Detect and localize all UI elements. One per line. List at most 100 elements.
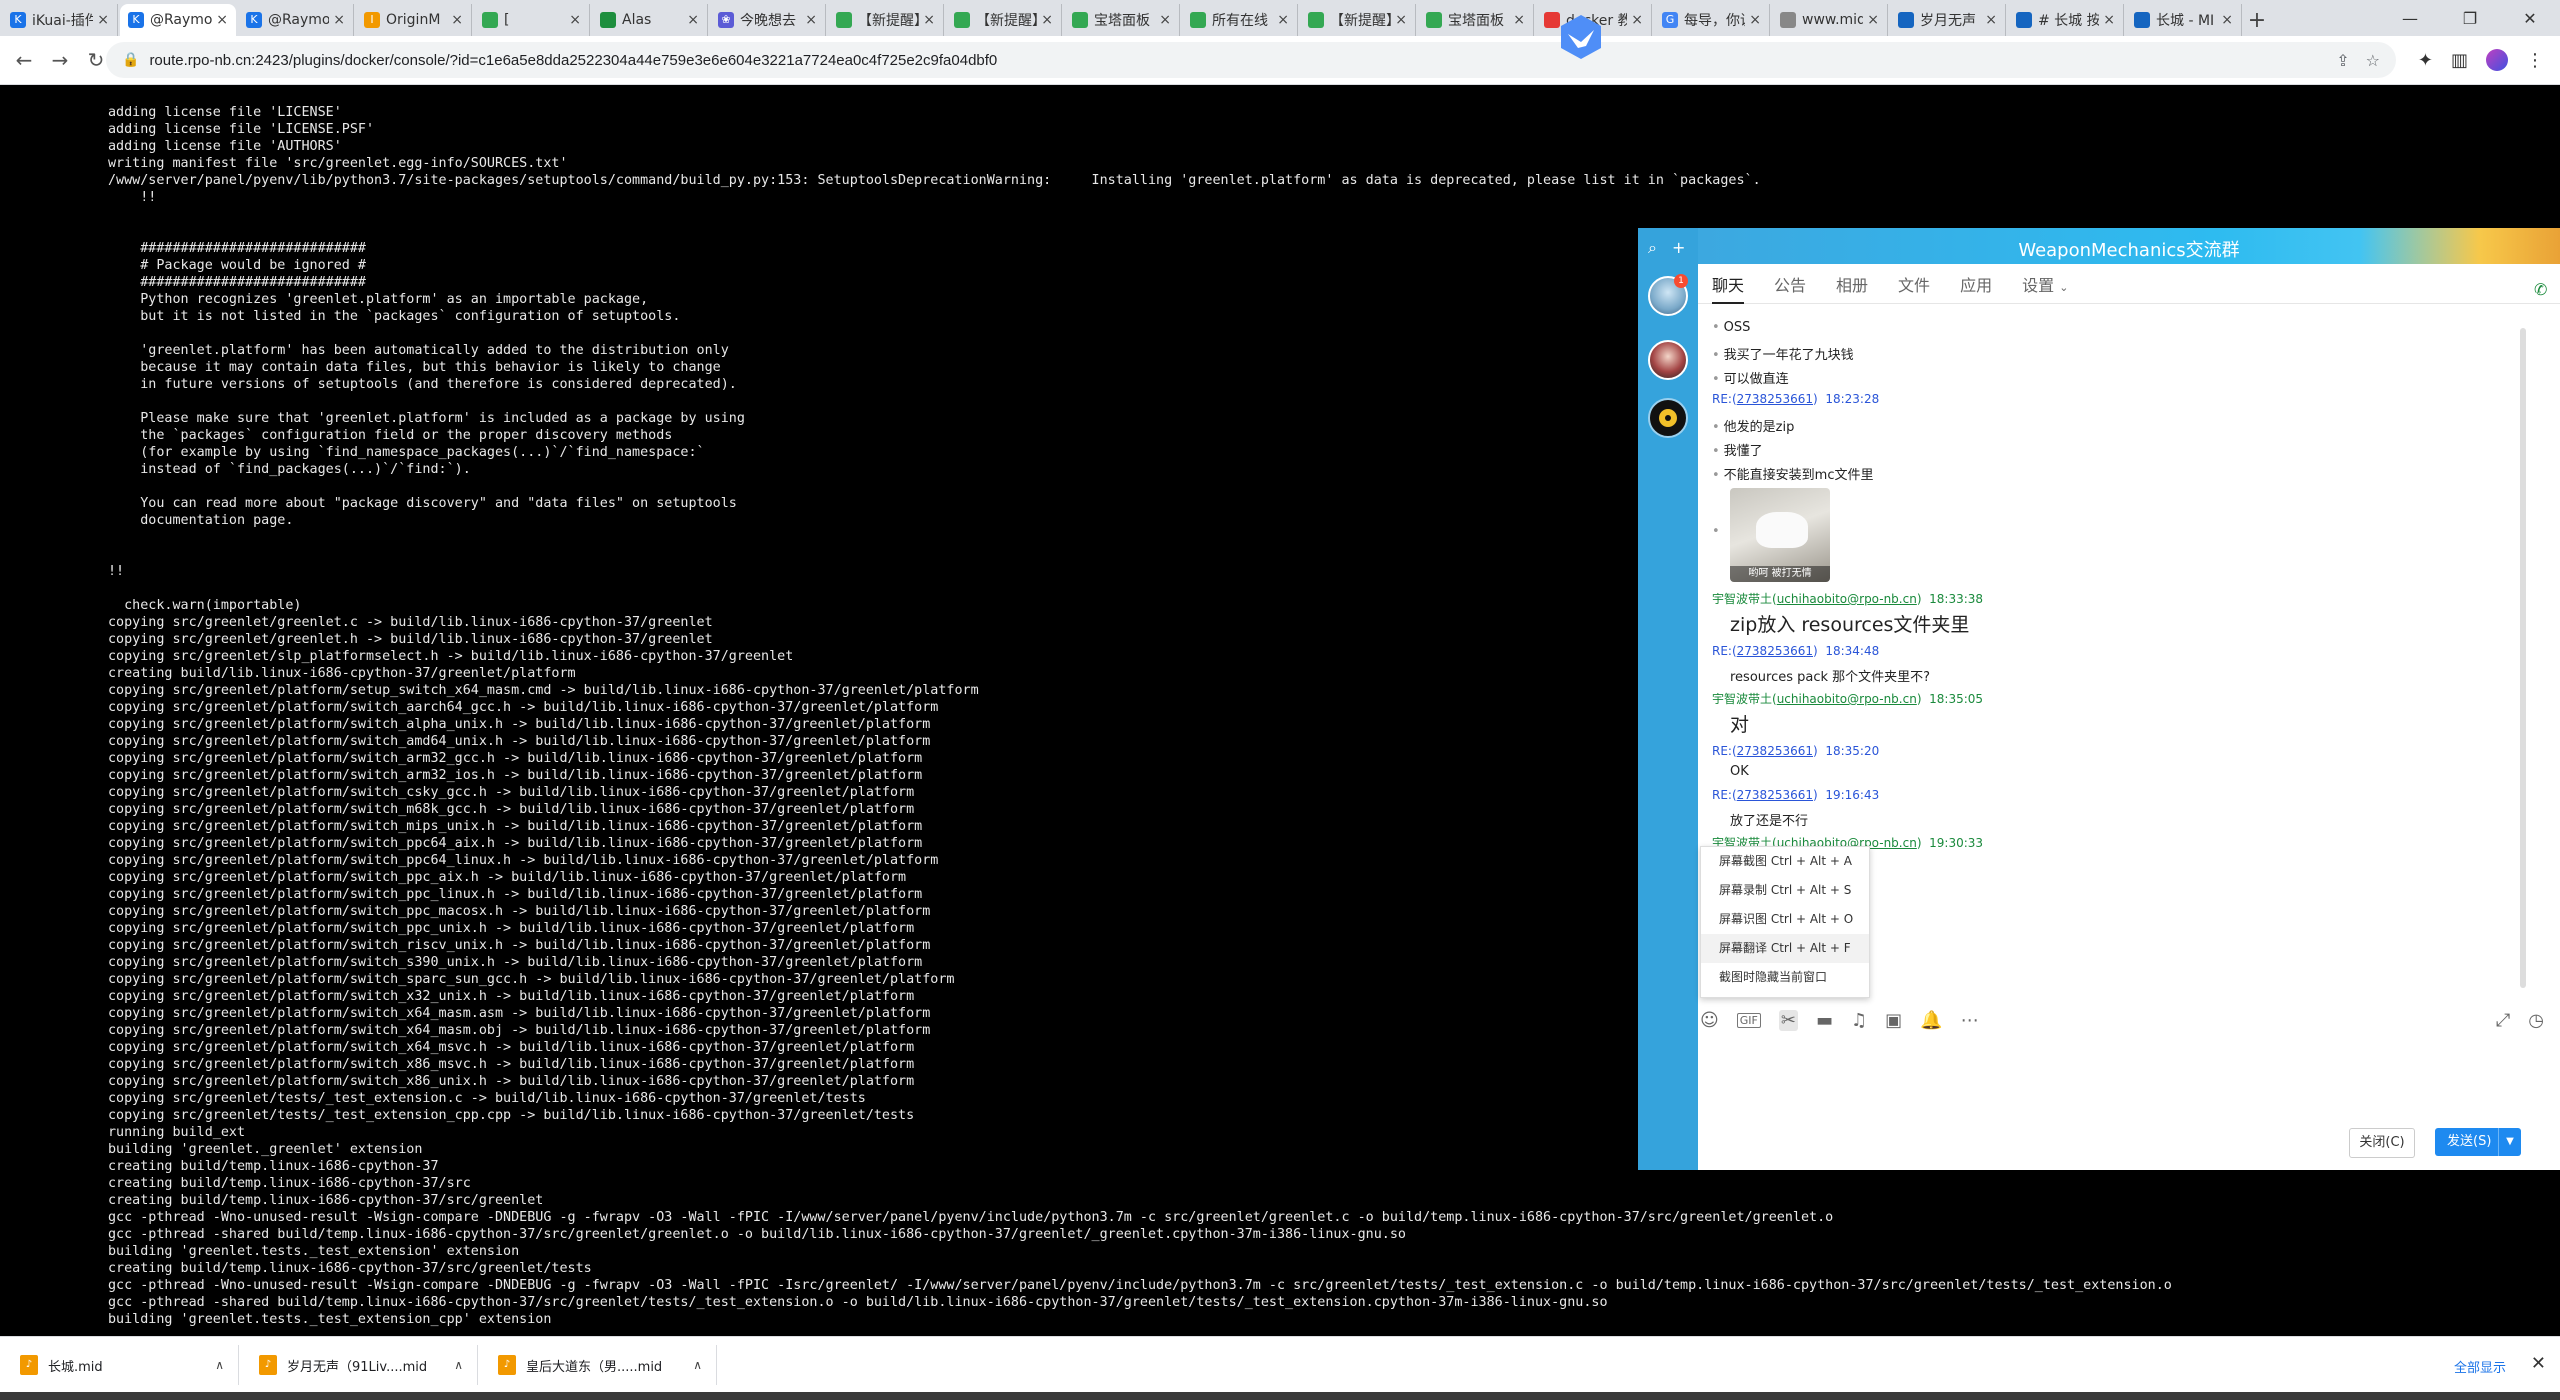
- browser-tab[interactable]: Alas ×: [592, 4, 708, 36]
- avatar[interactable]: [1648, 340, 1688, 380]
- browser-tab[interactable]: KiKuai-插件 ×: [2, 4, 118, 36]
- back-icon[interactable]: ←: [6, 42, 42, 78]
- new-tab-button[interactable]: +: [2242, 4, 2272, 36]
- close-button[interactable]: 关闭(C): [2349, 1128, 2415, 1158]
- tab-chat[interactable]: 聊天: [1712, 272, 1745, 304]
- browser-tab[interactable]: ❀ 今晚想去 ×: [710, 4, 826, 36]
- tab-label: Alas: [622, 12, 652, 28]
- browser-tab[interactable]: 所有在线 ×: [1182, 4, 1298, 36]
- tab-apps[interactable]: 应用: [1960, 272, 1992, 296]
- download-item[interactable]: ♪ 岁月无声（91Liv....mid ∧: [251, 1345, 478, 1385]
- tab-close-icon[interactable]: ×: [1277, 12, 1289, 28]
- tab-close-icon[interactable]: ×: [805, 12, 817, 28]
- tab-close-icon[interactable]: ×: [1513, 12, 1525, 28]
- tab-announcement[interactable]: 公告: [1774, 272, 1806, 296]
- browser-tab[interactable]: K @Raymo ×: [120, 4, 236, 36]
- emoji-icon[interactable]: ☺: [1700, 1010, 1719, 1031]
- message-input[interactable]: [1698, 1040, 2560, 1168]
- browser-tab[interactable]: 宝塔面板 ×: [1418, 4, 1534, 36]
- tab-label: 【新提醒】: [1330, 13, 1391, 29]
- menu-item-screen-ocr[interactable]: 屏幕识图 Ctrl + Alt + O: [1701, 905, 1869, 934]
- browser-tab[interactable]: 【新提醒】×: [946, 4, 1062, 36]
- tab-close-icon[interactable]: ×: [1041, 12, 1053, 28]
- menu-item-screen-translate[interactable]: 屏幕翻译 Ctrl + Alt + F: [1701, 934, 1869, 963]
- bookmark-star-icon[interactable]: ☆: [2366, 51, 2380, 70]
- show-all-downloads-link[interactable]: 全部显示: [2454, 1357, 2506, 1376]
- browser-tab[interactable]: 【新提醒】×: [1300, 4, 1416, 36]
- add-icon[interactable]: +: [1672, 238, 1685, 257]
- gif-icon[interactable]: GIF: [1736, 1012, 1761, 1028]
- browser-tab[interactable]: www.mid ×: [1772, 4, 1888, 36]
- music-icon[interactable]: ♫: [1851, 1010, 1867, 1031]
- menu-kebab-icon[interactable]: ⋮: [2526, 50, 2544, 71]
- browser-tab[interactable]: 宝塔面板 ×: [1064, 4, 1180, 36]
- side-panel-icon[interactable]: ▥: [2451, 50, 2468, 71]
- tab-files[interactable]: 文件: [1898, 272, 1930, 296]
- download-item[interactable]: ♪ 皇后大道东（男.....mid ∧: [490, 1345, 717, 1385]
- lock-icon[interactable]: 🔒: [122, 52, 139, 68]
- tab-label: 宝塔面板: [1448, 13, 1504, 29]
- browser-tab[interactable]: 岁月无声 ×: [1890, 4, 2006, 36]
- tab-close-icon[interactable]: ×: [1749, 12, 1761, 28]
- tab-label: 今晚想去: [740, 13, 796, 29]
- download-item[interactable]: ♪ 长城.mid ∧: [12, 1345, 239, 1385]
- tab-close-icon[interactable]: ×: [1159, 12, 1171, 28]
- scissors-icon[interactable]: ✂: [1778, 1009, 1798, 1031]
- browser-tab[interactable]: I OriginM ×: [356, 4, 472, 36]
- tab-close-icon[interactable]: ×: [2103, 12, 2115, 28]
- send-label: 发送(S): [2447, 1134, 2492, 1149]
- browser-tab[interactable]: [×: [474, 4, 590, 36]
- tab-favicon-icon: [1426, 12, 1442, 28]
- bell-icon[interactable]: 🔔: [1920, 1010, 1942, 1031]
- tab-close-icon[interactable]: ×: [1867, 12, 1879, 28]
- expand-icon[interactable]: ⤢: [2496, 1010, 2510, 1031]
- image-icon[interactable]: ▣: [1885, 1010, 1902, 1031]
- browser-tab[interactable]: K @Raymo ×: [238, 4, 354, 36]
- close-icon[interactable]: ✕: [2531, 1353, 2546, 1374]
- chevron-down-icon: ⌄: [2059, 280, 2069, 294]
- list-item: • 不能直接安装到mc文件里: [1712, 468, 1874, 483]
- tab-close-icon[interactable]: ×: [1985, 12, 1997, 28]
- tab-close-icon[interactable]: ×: [333, 12, 345, 28]
- chevron-up-icon[interactable]: ∧: [693, 1358, 702, 1372]
- tab-label: 每导，你说: [1684, 13, 1745, 29]
- folder-icon[interactable]: ▬: [1816, 1010, 1833, 1031]
- browser-tab[interactable]: 【新提醒】×: [828, 4, 944, 36]
- close-window-icon[interactable]: ✕: [2500, 0, 2560, 36]
- tab-label: 【新提醒】: [976, 13, 1037, 29]
- more-icon[interactable]: ⋯: [1961, 1010, 1979, 1031]
- menu-item-screenshot[interactable]: 屏幕截图 Ctrl + Alt + A: [1701, 847, 1869, 876]
- tab-close-icon[interactable]: ×: [1395, 12, 1407, 28]
- tab-close-icon[interactable]: ×: [569, 12, 581, 28]
- browser-tab[interactable]: 长城 - MI ×: [2126, 4, 2242, 36]
- send-button[interactable]: 发送(S) ▼: [2435, 1128, 2521, 1156]
- browser-tab[interactable]: # 长城 按 ×: [2008, 4, 2124, 36]
- address-bar[interactable]: 🔒 route.rpo-nb.cn:2423/plugins/docker/co…: [106, 42, 2396, 78]
- tab-close-icon[interactable]: ×: [2221, 12, 2233, 28]
- list-item: 对: [1730, 714, 1750, 736]
- search-icon[interactable]: ⌕: [1648, 238, 1657, 258]
- profile-avatar[interactable]: [2486, 49, 2508, 71]
- chevron-up-icon[interactable]: ∧: [215, 1358, 224, 1372]
- forward-icon[interactable]: →: [42, 42, 78, 78]
- tab-settings[interactable]: 设置 ⌄: [2022, 272, 2068, 296]
- tab-close-icon[interactable]: ×: [97, 12, 109, 28]
- image-message[interactable]: 哟呵 被打无情: [1730, 488, 1830, 582]
- tab-album[interactable]: 相册: [1836, 272, 1868, 296]
- history-clock-icon[interactable]: ◷: [2528, 1010, 2544, 1031]
- tab-close-icon[interactable]: ×: [451, 12, 463, 28]
- menu-item-hide-window[interactable]: 截图时隐藏当前窗口: [1701, 963, 1869, 992]
- tab-close-icon[interactable]: ×: [687, 12, 699, 28]
- chevron-down-icon[interactable]: ▼: [2498, 1128, 2521, 1156]
- group-avatar[interactable]: [1648, 398, 1688, 438]
- restore-icon[interactable]: ❐: [2440, 0, 2500, 36]
- tab-close-icon[interactable]: ×: [923, 12, 935, 28]
- extensions-icon[interactable]: ✦: [2418, 50, 2433, 71]
- chevron-up-icon[interactable]: ∧: [454, 1358, 463, 1372]
- tab-close-icon[interactable]: ×: [1631, 12, 1643, 28]
- share-icon[interactable]: ⇪: [2336, 51, 2349, 70]
- browser-tab[interactable]: G 每导，你说×: [1654, 4, 1770, 36]
- menu-item-screen-record[interactable]: 屏幕录制 Ctrl + Alt + S: [1701, 876, 1869, 905]
- minimize-icon[interactable]: —: [2380, 0, 2440, 36]
- tab-close-icon[interactable]: ×: [216, 12, 228, 28]
